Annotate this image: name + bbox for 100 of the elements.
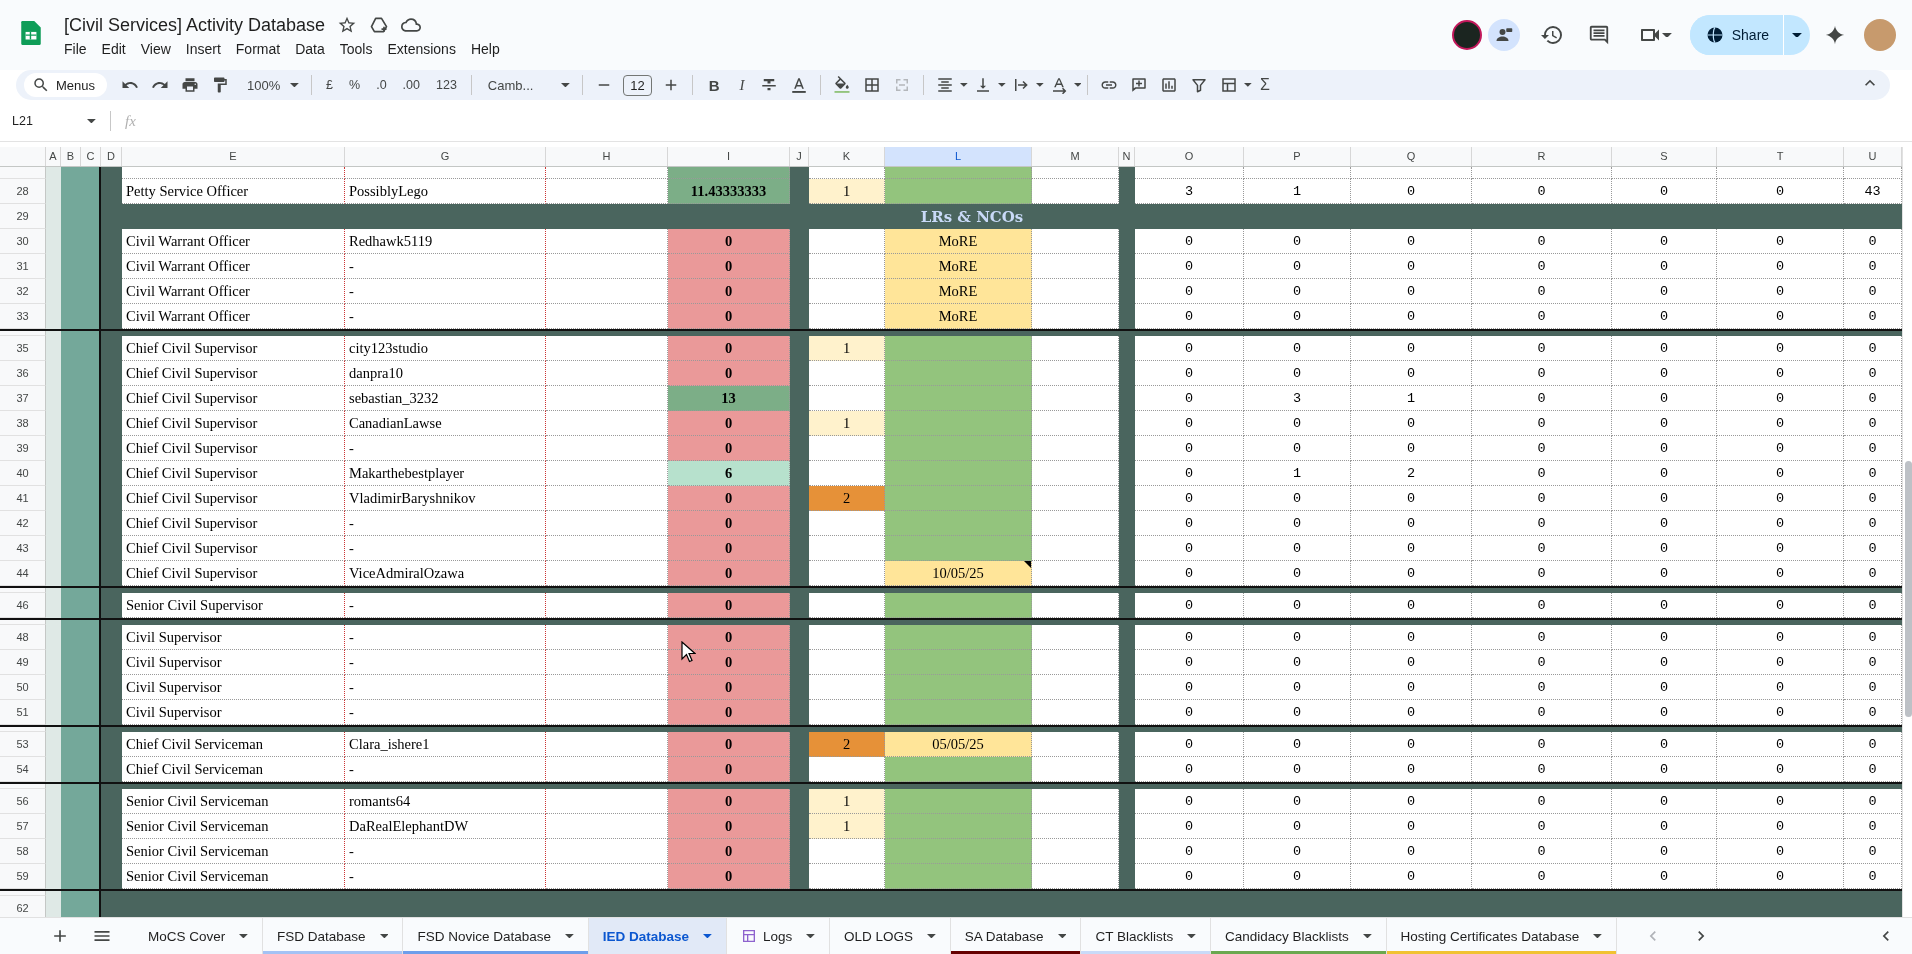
row-header[interactable]: 62: [0, 896, 46, 917]
row-header[interactable]: 32: [0, 279, 46, 304]
row-header[interactable]: 43: [0, 536, 46, 561]
row-header[interactable]: 41: [0, 486, 46, 511]
row-header[interactable]: 39: [0, 436, 46, 461]
row-header[interactable]: 51: [0, 700, 46, 725]
table-icon[interactable]: [1220, 76, 1239, 94]
menu-item[interactable]: View: [140, 39, 179, 58]
chart-icon[interactable]: [1160, 76, 1179, 94]
functions-button[interactable]: Σ: [1259, 76, 1270, 94]
row-header[interactable]: 28: [0, 179, 46, 204]
column-header[interactable]: L: [885, 147, 1032, 166]
font-size-field[interactable]: 12: [623, 74, 652, 96]
table-cell: 0: [1844, 536, 1902, 561]
menu-search-field[interactable]: Menus: [24, 73, 108, 97]
sheet-tab[interactable]: Candidacy Blacklists: [1210, 918, 1387, 954]
table-cell: 0: [1844, 436, 1902, 461]
table-cell: 0: [1244, 789, 1351, 814]
menu-item[interactable]: Tools: [339, 39, 381, 58]
fill-color-icon[interactable]: [833, 76, 852, 94]
sparkle-icon[interactable]: [1824, 24, 1846, 46]
font-select[interactable]: Camb...: [487, 77, 571, 93]
number-format-button[interactable]: .0: [376, 78, 387, 92]
row-header[interactable]: 46: [0, 593, 46, 618]
cloud-icon[interactable]: [401, 15, 422, 35]
history-icon[interactable]: [1539, 23, 1564, 47]
row-header[interactable]: 38: [0, 411, 46, 436]
row-header[interactable]: 50: [0, 675, 46, 700]
sheet-tab[interactable]: Hosting Certificates Database: [1386, 918, 1617, 954]
zoom-select[interactable]: 100%: [247, 77, 300, 93]
number-format-button[interactable]: %: [349, 78, 361, 92]
caret-icon[interactable]: [1073, 83, 1082, 87]
row-header[interactable]: 58: [0, 839, 46, 864]
menu-item[interactable]: Help: [470, 39, 508, 58]
bold-button[interactable]: B: [708, 76, 720, 94]
sheet-tab[interactable]: OLD LOGS: [829, 918, 951, 954]
column-header[interactable]: A: [46, 147, 61, 166]
row-header[interactable]: 33: [0, 304, 46, 329]
row-header[interactable]: 49: [0, 650, 46, 675]
table-cell: 0: [1844, 304, 1902, 329]
row-header[interactable]: 35: [0, 336, 46, 361]
row-header[interactable]: 42: [0, 511, 46, 536]
row-header[interactable]: 57: [0, 814, 46, 839]
row-header[interactable]: 54: [0, 757, 46, 782]
table-cell: 0: [1717, 864, 1844, 889]
number-format-button[interactable]: .00: [402, 78, 420, 92]
row-header[interactable]: 29: [0, 204, 46, 229]
table-cell: 0: [668, 304, 790, 329]
row-header[interactable]: 37: [0, 386, 46, 411]
menu-item[interactable]: Extensions: [387, 39, 464, 58]
table-cell: 0: [1351, 254, 1472, 279]
menu-item[interactable]: Format: [235, 39, 289, 58]
sheet-tab[interactable]: CT Blacklists: [1081, 918, 1211, 954]
row-header[interactable]: 53: [0, 732, 46, 757]
caret-icon[interactable]: [1244, 83, 1252, 87]
number-format-button[interactable]: £: [326, 78, 334, 92]
borders-icon[interactable]: [863, 76, 882, 94]
menu-item[interactable]: File: [64, 39, 95, 58]
document-title[interactable]: [Civil Services] Activity Database: [64, 14, 326, 36]
comment-icon[interactable]: [1587, 24, 1610, 46]
sheet-tab[interactable]: Logs: [726, 918, 830, 954]
vertical-scrollbar[interactable]: [1905, 461, 1912, 717]
caret-icon[interactable]: [1035, 83, 1044, 87]
table-cell: 0: [1135, 732, 1244, 757]
person-chat-icon[interactable]: [1487, 19, 1520, 51]
avatar-icon[interactable]: [1451, 20, 1482, 50]
row-header[interactable]: 56: [0, 789, 46, 814]
sheet-tab[interactable]: SA Database: [950, 918, 1082, 954]
text-color-icon[interactable]: [790, 76, 809, 94]
caret-icon[interactable]: [998, 83, 1006, 87]
caret-icon: [379, 933, 389, 939]
row-header[interactable]: 30: [0, 229, 46, 254]
row-header[interactable]: 40: [0, 461, 46, 486]
table-cell: 0: [1472, 839, 1612, 864]
paint-format-icon[interactable]: [211, 76, 230, 94]
sheet-tab[interactable]: FSD Novice Database: [403, 918, 589, 954]
row-header[interactable]: 44: [0, 561, 46, 586]
menu-item[interactable]: Insert: [185, 39, 229, 58]
name-box[interactable]: L21: [12, 114, 104, 128]
row-header[interactable]: 31: [0, 254, 46, 279]
sheet-tab[interactable]: FSD Database: [263, 918, 404, 954]
table-cell: 0: [1844, 732, 1902, 757]
menu-item[interactable]: Edit: [101, 39, 134, 58]
add-comment-icon[interactable]: [1130, 76, 1149, 94]
sheet-tab[interactable]: IED Database: [588, 918, 727, 954]
horizontal-align-icon[interactable]: [936, 76, 955, 94]
table-cell: 0: [668, 625, 790, 650]
row-header[interactable]: 48: [0, 625, 46, 650]
filter-icon[interactable]: [1190, 76, 1209, 94]
caret-icon[interactable]: [960, 83, 969, 87]
number-format-button[interactable]: 123: [436, 78, 457, 92]
menu-item[interactable]: Data: [295, 39, 333, 58]
row-header[interactable]: 36: [0, 361, 46, 386]
italic-button[interactable]: I: [739, 76, 745, 94]
sheet-tab[interactable]: MoCS Cover: [134, 918, 264, 954]
print-icon[interactable]: [181, 76, 200, 94]
row-header[interactable]: 59: [0, 864, 46, 889]
table-cell: 0: [1717, 179, 1844, 204]
table-cell: 0: [1612, 732, 1717, 757]
table-cell: 0: [1612, 700, 1717, 725]
